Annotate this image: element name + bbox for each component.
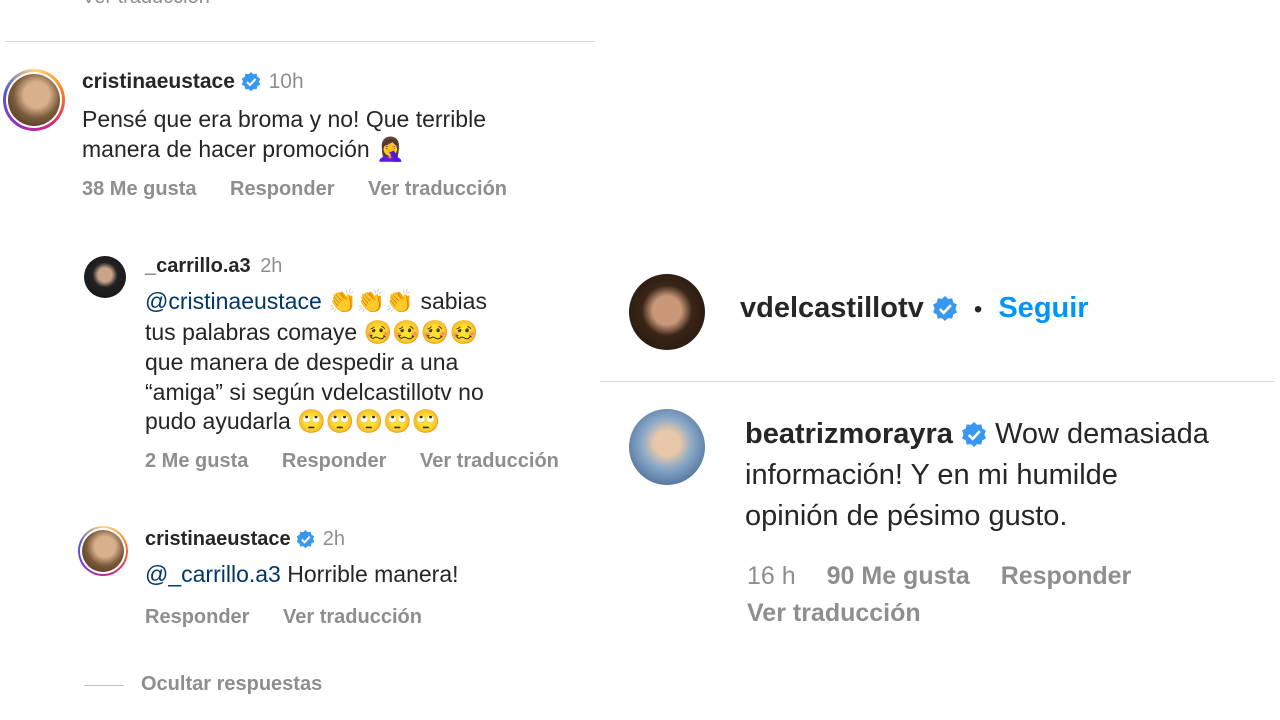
verified-badge-icon: [296, 530, 315, 549]
divider: [5, 41, 595, 42]
comment-text-line: manera de hacer promoción: [82, 136, 370, 162]
reply-button[interactable]: Responder: [145, 606, 249, 628]
comment-text-line: Pensé que era broma y no! Que terrible: [82, 106, 487, 132]
likes-count[interactable]: 90 Me gusta: [827, 562, 970, 590]
verified-badge-icon: [932, 296, 957, 322]
hide-replies-line: [84, 685, 124, 686]
timestamp: 16 h: [747, 562, 796, 590]
comment-text: tus palabras comaye: [145, 318, 358, 345]
comment-text: información! Y en mi humilde: [745, 459, 1118, 491]
timestamp: 2h: [260, 255, 283, 277]
translate-button[interactable]: Ver traducción: [420, 450, 559, 472]
mention-link[interactable]: @cristinaeustace: [145, 288, 322, 314]
facepalm-emoji-icon: 🤦‍♀️: [376, 137, 405, 163]
comment-text: Horrible manera!: [287, 561, 459, 587]
verified-badge-icon: [241, 72, 260, 92]
comment-text: pudo ayudarla: [145, 408, 291, 434]
divider: [600, 381, 1275, 382]
translate-button[interactable]: Ver traducción: [283, 606, 422, 628]
comment-text: sabias: [420, 288, 487, 314]
verified-badge-icon: [962, 422, 986, 448]
timestamp: 2h: [322, 528, 346, 550]
likes-count[interactable]: 38 Me gusta: [82, 178, 196, 200]
username[interactable]: _carrillo.a3: [145, 255, 251, 277]
top-translate-link[interactable]: Ver traducción: [82, 0, 210, 9]
reply-button[interactable]: Responder: [230, 178, 334, 200]
story-ring: [78, 526, 128, 576]
eye-roll-emoji-icon: 🙄🙄🙄🙄🙄: [297, 409, 441, 435]
comment-text: “amiga” si según vdelcastillotv no: [145, 378, 484, 405]
translate-button[interactable]: Ver traducción: [747, 595, 1131, 632]
avatar[interactable]: [8, 74, 60, 126]
reply-button[interactable]: Responder: [282, 450, 386, 472]
separator-dot: •: [973, 296, 983, 323]
clapping-hands-emoji-icon: 👏👏👏: [328, 289, 415, 315]
comment-text: opinión de pésimo gusto.: [745, 500, 1068, 532]
comment-text: Wow demasiada: [995, 418, 1209, 450]
hide-replies-button[interactable]: Ocultar respuestas: [141, 673, 322, 696]
timestamp: 10h: [268, 70, 304, 93]
username[interactable]: beatrizmorayra: [745, 418, 953, 450]
comment-text: que manera de despedir a una: [145, 349, 459, 375]
mention-link[interactable]: @_carrillo.a3: [145, 561, 281, 587]
avatar[interactable]: [82, 530, 124, 572]
avatar[interactable]: [84, 256, 126, 298]
follow-button[interactable]: Seguir: [998, 292, 1088, 324]
story-ring: [3, 69, 65, 131]
username[interactable]: cristinaeustace: [82, 70, 235, 93]
avatar[interactable]: [629, 274, 705, 350]
woozy-face-emoji-icon: 🥴🥴🥴🥴: [363, 319, 479, 346]
reply-button[interactable]: Responder: [1001, 562, 1132, 590]
translate-button[interactable]: Ver traducción: [368, 178, 507, 200]
username[interactable]: cristinaeustace: [145, 528, 291, 550]
likes-count[interactable]: 2 Me gusta: [145, 450, 248, 472]
username[interactable]: vdelcastillotv: [740, 292, 924, 324]
avatar[interactable]: [629, 409, 705, 485]
